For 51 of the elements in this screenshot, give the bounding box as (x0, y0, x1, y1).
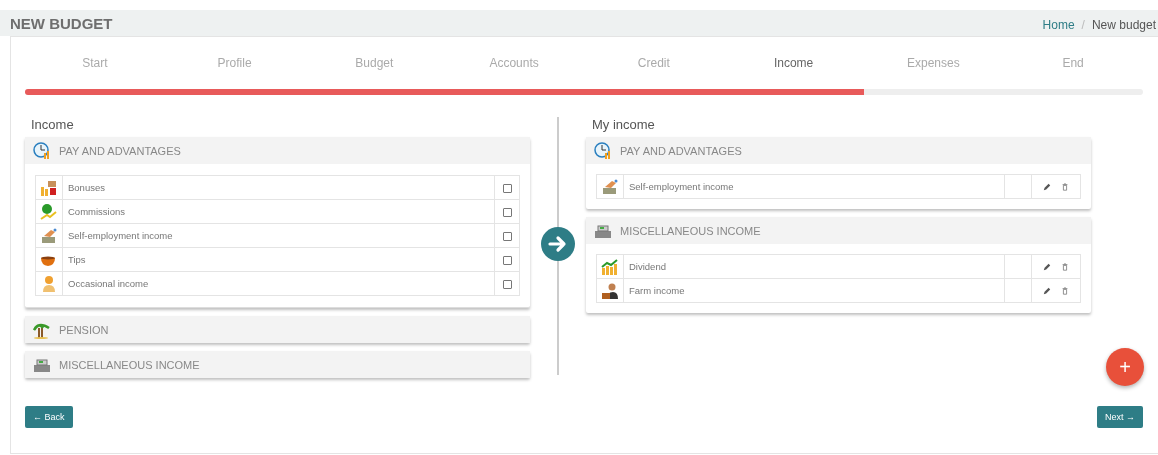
wizard-step[interactable]: Budget (304, 56, 445, 86)
income-item-label: Dividend (629, 261, 666, 272)
checkbox[interactable] (502, 183, 512, 193)
checkbox[interactable] (502, 255, 512, 265)
income-item-label: Tips (68, 254, 86, 265)
category-name: MISCELLANEOUS INCOME (620, 224, 761, 237)
wizard-step[interactable]: Accounts (444, 56, 584, 86)
breadcrumb-separator: / (1081, 18, 1085, 32)
column-title: My income (592, 117, 656, 132)
arrow-right-icon[interactable] (541, 227, 575, 261)
breadcrumb-link[interactable]: Home (1042, 18, 1075, 32)
category-name: PENSION (59, 323, 109, 336)
category-header[interactable]: PAY AND ADVANTAGES (25, 137, 530, 164)
breadcrumb-current: New budget (1091, 18, 1156, 32)
income-item-label: Bonuses (68, 182, 105, 193)
column-title: Income (31, 117, 75, 132)
trash-icon[interactable] (1061, 183, 1070, 192)
person-icon (40, 274, 58, 293)
wizard-step[interactable]: Start (25, 56, 165, 86)
checkbox[interactable] (502, 279, 512, 289)
income-item-label: Self-employment income (629, 181, 734, 192)
edit-icon[interactable] (1042, 287, 1051, 296)
income-item-label: Commissions (68, 206, 125, 217)
category-header[interactable]: PENSION (25, 316, 530, 343)
person-briefcase-icon (601, 281, 619, 300)
gift-coins-icon (40, 178, 58, 197)
wizard-step[interactable]: Profile (164, 56, 305, 86)
income-item-label: Occasional income (68, 278, 149, 289)
category-name: PAY AND ADVANTAGES (59, 144, 181, 157)
wizard-step[interactable]: Income (723, 56, 864, 86)
back-button[interactable]: ← Back (25, 406, 73, 428)
checkbox[interactable] (502, 231, 512, 241)
add-button[interactable]: + (1106, 348, 1144, 386)
clock-chart-icon (594, 141, 612, 160)
trash-icon[interactable] (1061, 287, 1070, 296)
wizard-step[interactable]: End (1003, 56, 1143, 86)
growth-chart-icon (601, 257, 619, 276)
wizard-step[interactable]: Expenses (863, 56, 1004, 86)
edit-icon[interactable] (1042, 183, 1051, 192)
category-name: MISCELLANEOUS INCOME (59, 358, 200, 371)
next-button[interactable]: Next → (1097, 406, 1143, 428)
income-item-label: Self-employment income (68, 230, 173, 241)
edit-icon[interactable] (1042, 263, 1051, 272)
clock-chart-icon (33, 141, 51, 160)
trash-icon[interactable] (1061, 263, 1070, 272)
page-title: NEW BUDGET (10, 14, 113, 32)
checkbox[interactable] (502, 207, 512, 217)
income-item-label: Farm income (629, 285, 685, 296)
category-header[interactable]: MISCELLANEOUS INCOME (25, 351, 530, 378)
category-name: PAY AND ADVANTAGES (620, 144, 742, 157)
wizard-step[interactable]: Credit (584, 56, 724, 86)
